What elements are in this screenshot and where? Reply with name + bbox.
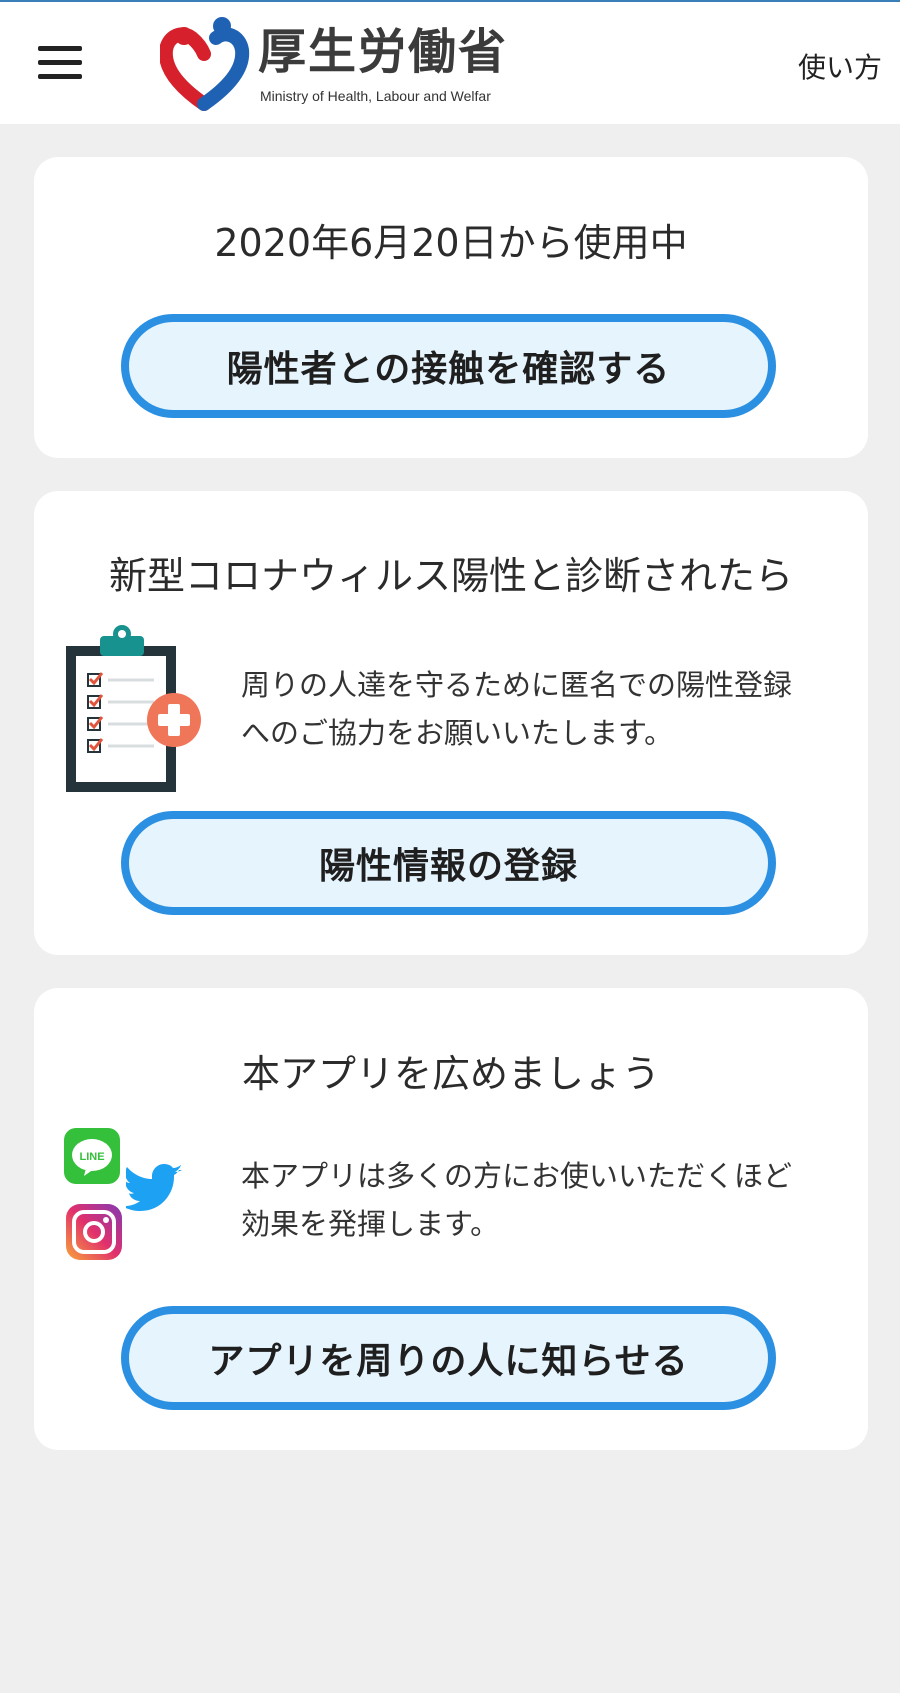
mhlw-heart-mark-icon — [160, 17, 250, 111]
howto-link[interactable]: 使い方 — [798, 46, 882, 86]
positive-desc-line2: へのご協力をお願いいたします。 — [241, 716, 674, 750]
logo-title: 厚生労働省 — [258, 24, 509, 80]
positive-desc-line1: 周りの人達を守るために匿名での陽性登録 — [241, 668, 793, 702]
positive-heading: 新型コロナウィルス陽性と診断されたら — [108, 554, 793, 598]
social-icons: LINE — [64, 1128, 204, 1268]
register-positive-button[interactable]: 陽性情報の登録 — [121, 811, 776, 915]
twitter-icon — [126, 1164, 182, 1211]
menu-icon[interactable] — [38, 46, 82, 80]
line-icon-text: LINE — [79, 1151, 104, 1163]
line-icon: LINE — [64, 1128, 120, 1184]
app-header: 厚生労働省 Ministry of Health, Labour and Wel… — [0, 2, 900, 124]
share-app-button[interactable]: アプリを周りの人に知らせる — [121, 1306, 776, 1410]
share-desc-line1: 本アプリは多くの方にお使いいただくほど — [241, 1159, 793, 1193]
check-contact-button[interactable]: 陽性者との接触を確認する — [121, 314, 776, 418]
contact-check-card: 2020年6月20日から使用中 陽性者との接触を確認する — [34, 157, 868, 458]
mhlw-logo: 厚生労働省 Ministry of Health, Labour and Wel… — [160, 16, 520, 112]
clipboard-checklist-icon — [66, 625, 201, 792]
share-app-card: 本アプリを広めましょう LINE 本アプリは多くの方にお使いいただくほど 効果を… — [34, 988, 868, 1450]
positive-registration-card: 新型コロナウィルス陽性と診断されたら 周りの人達を守るために匿名での陽性登録 へ… — [34, 491, 868, 955]
share-desc-line2: 効果を発揮します。 — [241, 1207, 500, 1241]
instagram-icon — [66, 1204, 122, 1260]
share-heading: 本アプリを広めましょう — [241, 1052, 660, 1096]
positive-description: 周りの人達を守るために匿名での陽性登録 へのご協力をお願いいたします。 — [241, 661, 841, 757]
usage-start-text: 2020年6月20日から使用中 — [214, 221, 688, 265]
logo-subtitle: Ministry of Health, Labour and Welfar — [260, 88, 491, 104]
share-description: 本アプリは多くの方にお使いいただくほど 効果を発揮します。 — [241, 1152, 841, 1248]
